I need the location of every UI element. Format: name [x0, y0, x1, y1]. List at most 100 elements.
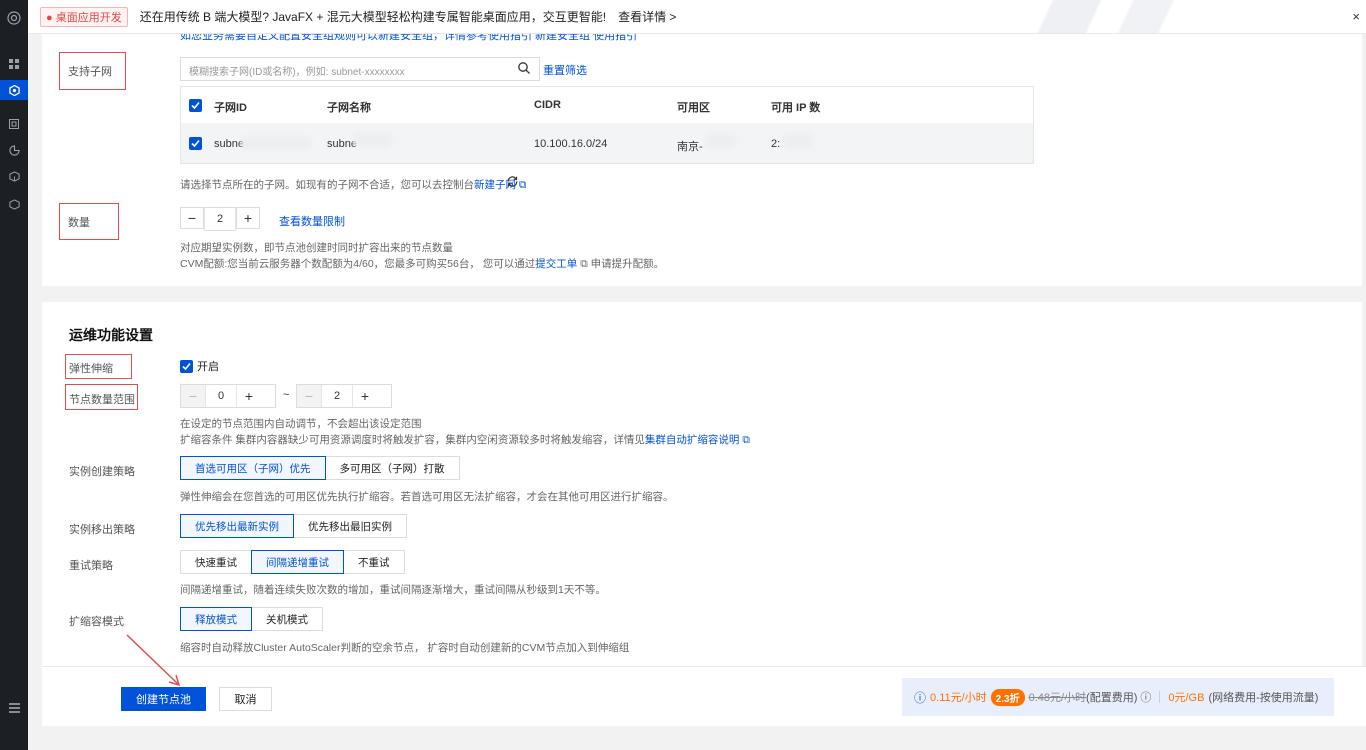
- search-placeholder: 模糊搜索子网(ID或名称)，例如: subnet-xxxxxxxx: [189, 67, 405, 78]
- scale-mode-segment: 释放模式 关机模式: [180, 607, 323, 631]
- section-title: 运维功能设置: [69, 327, 153, 343]
- range-min-plus-button[interactable]: +: [237, 385, 261, 407]
- cluster-icon[interactable]: [0, 80, 28, 100]
- row-available-ip: 2:: [771, 138, 781, 150]
- autoscale-text: 开启: [197, 361, 219, 373]
- view-limit-link[interactable]: 查看数量限制: [279, 213, 345, 229]
- annotation-box-autoscale: [65, 354, 132, 379]
- cancel-button[interactable]: 取消: [219, 687, 272, 711]
- external-link-icon[interactable]: ⧉: [519, 179, 527, 191]
- info-icon[interactable]: ⓘ: [914, 689, 926, 706]
- bottom-strip: [28, 726, 1366, 750]
- grid-icon[interactable]: [0, 54, 28, 74]
- range-hint: 在设定的节点范围内自动调节，不会超出该设定范围: [180, 418, 422, 430]
- remove-option-oldest[interactable]: 优先移出最旧实例: [293, 514, 407, 538]
- quota-hint-text: CVM配额:您当前云服务器个数配额为4/60，您最多可购买56台， 您可以通过: [180, 258, 536, 270]
- search-icon[interactable]: [517, 61, 531, 78]
- price-summary: ⓘ 0.11元/小时 2.3折 0.48元/小时 (配置费用) ⓘ 0元/GB …: [902, 678, 1334, 716]
- banner-tag: ● 桌面应用开发: [40, 6, 128, 27]
- column-cidr: CIDR: [534, 99, 561, 111]
- subnet-search-input[interactable]: 模糊搜索子网(ID或名称)，例如: subnet-xxxxxxxx: [180, 57, 540, 81]
- create-node-pool-button[interactable]: 创建节点池: [121, 687, 206, 711]
- config-fee-note: (配置费用): [1086, 692, 1138, 704]
- row-subnet-id: subne: [214, 138, 244, 150]
- monitor-icon[interactable]: [0, 114, 28, 134]
- close-icon[interactable]: ×: [1352, 9, 1360, 24]
- count-minus-button[interactable]: −: [180, 207, 204, 229]
- range-min-value[interactable]: 0: [205, 385, 237, 407]
- checkbox-icon[interactable]: [180, 359, 193, 373]
- divider: [1159, 691, 1161, 703]
- scale-mode-label: 扩缩容模式: [69, 616, 124, 628]
- range-min-stepper[interactable]: − 0 +: [180, 384, 276, 408]
- logo-icon[interactable]: [0, 8, 28, 28]
- original-price: 0.48元/小时: [1028, 692, 1087, 704]
- subnet-table: 子网ID 子网名称 CIDR 可用区 可用 IP 数 subne subne 1…: [180, 86, 1034, 164]
- range-max-stepper[interactable]: − 2 +: [296, 384, 392, 408]
- promo-banner: ● 桌面应用开发 还在用传统 B 端大模型? JavaFX + 混元大模型轻松构…: [28, 0, 1366, 34]
- redacted-blur: [706, 134, 736, 148]
- range-max-value[interactable]: 2: [321, 385, 353, 407]
- discount-badge: 2.3折: [990, 688, 1025, 706]
- row-zone: 南京-: [677, 141, 703, 153]
- network-price: 0元/GB: [1168, 692, 1205, 704]
- count-hint: 对应期望实例数，即节点池创建时同时扩容出来的节点数量: [180, 242, 453, 254]
- count-stepper[interactable]: − 2 +: [180, 207, 276, 231]
- table-row[interactable]: subne subne 10.100.16.0/24 南京- 2:: [181, 123, 1033, 163]
- external-link-icon[interactable]: ⧉: [742, 434, 750, 446]
- quota-hint-suffix: ⧉ 申请提升配额。: [580, 258, 665, 270]
- annotation-arrow: [126, 634, 181, 687]
- banner-text: 还在用传统 B 端大模型? JavaFX + 混元大模型轻松构建专属智能桌面应用…: [139, 10, 607, 24]
- retry-option-incremental[interactable]: 间隔递增重试: [251, 550, 344, 574]
- scale-condition-text: 扩缩容条件 集群内容器缺少可用资源调度时将触发扩容，集群内空闲资源较多时将触发缩…: [180, 434, 645, 446]
- help-icon[interactable]: ⓘ: [1140, 689, 1151, 705]
- refresh-icon[interactable]: [506, 175, 519, 191]
- table-header: 子网ID 子网名称 CIDR 可用区 可用 IP 数: [181, 87, 1033, 123]
- quota-hint: CVM配额:您当前云服务器个数配额为4/60，您最多可购买56台， 您可以通过提…: [180, 256, 664, 271]
- range-separator: ~: [283, 389, 290, 401]
- range-max-minus-button: −: [297, 385, 321, 407]
- column-zone: 可用区: [677, 102, 710, 114]
- retry-policy-hint: 间隔递增重试，随着连续失败次数的增加，重试间隔逐渐增大，重试间隔从秒级到1天不等…: [180, 584, 606, 596]
- annotation-box-count: [59, 203, 119, 240]
- pie-icon[interactable]: [0, 140, 28, 160]
- network-fee-note: (网络费用-按使用流量): [1208, 692, 1319, 704]
- retry-policy-label: 重试策略: [69, 560, 113, 572]
- create-option-multi-zone[interactable]: 多可用区（子网）打散: [324, 456, 460, 480]
- remove-option-newest[interactable]: 优先移出最新实例: [180, 514, 294, 538]
- scale-option-release[interactable]: 释放模式: [180, 607, 252, 631]
- reset-filter-link[interactable]: 重置筛选: [543, 62, 587, 78]
- banner-decoration: [976, 0, 1216, 33]
- column-available-ip: 可用 IP 数: [771, 102, 821, 114]
- redacted-blur: [241, 136, 311, 150]
- subnet-hint-text: 请选择节点所在的子网。如现有的子网不合适，您可以去控制台: [180, 179, 474, 191]
- security-group-hint: 如您业务需要自定义配置安全组规则可以新建安全组，详情参考使用指引 新建安全组 使…: [180, 34, 638, 42]
- package-icon[interactable]: [0, 166, 28, 186]
- column-subnet-name: 子网名称: [327, 102, 371, 114]
- create-policy-segment: 首选可用区（子网）优先 多可用区（子网）打散: [180, 456, 460, 480]
- annotation-box-range: [65, 384, 138, 410]
- count-value[interactable]: 2: [204, 207, 236, 231]
- count-plus-button[interactable]: +: [236, 207, 260, 229]
- remove-policy-label: 实例移出策略: [69, 524, 135, 536]
- remove-policy-segment: 优先移出最新实例 优先移出最旧实例: [180, 514, 407, 538]
- scale-condition-hint: 扩缩容条件 集群内容器缺少可用资源调度时将触发扩容，集群内空闲资源较多时将触发缩…: [180, 432, 750, 447]
- annotation-box-subnet: [59, 52, 126, 90]
- create-policy-label: 实例创建策略: [69, 466, 135, 478]
- scale-option-shutdown[interactable]: 关机模式: [251, 607, 323, 631]
- range-max-plus-button[interactable]: +: [353, 385, 377, 407]
- retry-option-fast[interactable]: 快速重试: [180, 550, 252, 574]
- select-all-checkbox[interactable]: [189, 99, 202, 112]
- banner-detail-link[interactable]: 查看详情 >: [618, 8, 676, 25]
- create-policy-hint: 弹性伸缩会在您首选的可用区优先执行扩缩容。若首选可用区无法扩缩容，才会在其他可用…: [180, 491, 674, 503]
- shield-icon[interactable]: [0, 194, 28, 214]
- retry-option-none[interactable]: 不重试: [343, 550, 405, 574]
- menu-icon[interactable]: [0, 698, 28, 718]
- create-option-preferred-zone[interactable]: 首选可用区（子网）优先: [180, 456, 326, 480]
- row-checkbox[interactable]: [189, 137, 202, 150]
- left-nav-rail: [0, 0, 28, 750]
- submit-ticket-link[interactable]: 提交工单: [535, 258, 577, 270]
- autoscale-checkbox[interactable]: 开启: [180, 358, 219, 374]
- price-value: 0.11元/小时: [930, 692, 987, 704]
- autoscale-doc-link[interactable]: 集群自动扩缩容说明: [645, 434, 740, 446]
